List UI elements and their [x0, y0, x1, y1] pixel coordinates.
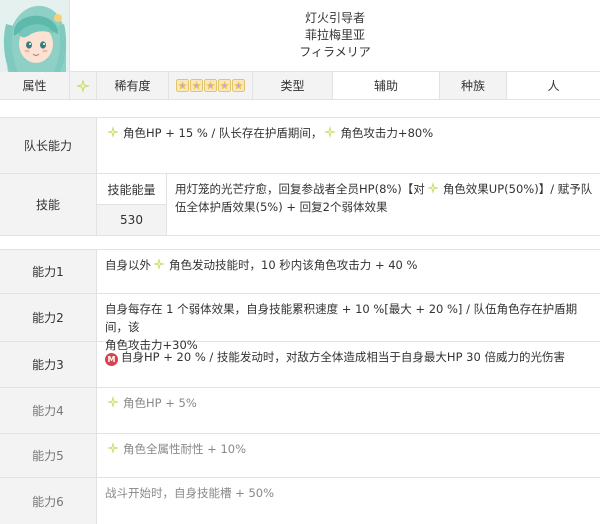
- race-label: 种族: [440, 72, 507, 99]
- skill-energy-value: 530: [97, 205, 167, 235]
- section-gap: [0, 236, 600, 250]
- rarity-star-icon: [232, 79, 245, 92]
- leader-ability-row: 队长能力 角色HP + 15 % / 队长存在护盾期间， 角色攻击力+80%: [0, 118, 600, 174]
- ability-label: 能力6: [0, 478, 97, 524]
- ability-4-row: 能力4 角色HP + 5%: [0, 388, 600, 434]
- ability-text: 角色全属性耐性 + 10%: [97, 434, 600, 477]
- leader-ability-label: 队长能力: [0, 118, 97, 173]
- character-name: 菲拉梅里亚: [304, 28, 365, 42]
- ability-label: 能力4: [0, 388, 97, 433]
- light-sparkle-icon: [324, 126, 336, 138]
- ability-1-row: 能力1 自身以外 角色发动技能时，10 秒内该角色攻击力 + 40 %: [0, 250, 600, 294]
- ability-label: 能力3: [0, 342, 97, 387]
- ability-label: 能力5: [0, 434, 97, 477]
- rarity-star-icon: [176, 79, 189, 92]
- type-label: 类型: [253, 72, 333, 99]
- rarity-star-icon: [190, 79, 203, 92]
- attribute-value: [70, 72, 97, 99]
- header-row: 灯火引导者 菲拉梅里亚 フィラメリア: [0, 0, 600, 72]
- rarity-star-icon: [204, 79, 217, 92]
- ability-text: 角色HP + 5%: [97, 388, 600, 433]
- race-value: 人: [507, 72, 600, 99]
- character-name-jp: フィラメリア: [299, 45, 371, 59]
- ability-text: 自身每存在 1 个弱体效果，自身技能累积速度 + 10 %[最大 + 20 %]…: [105, 302, 578, 352]
- ability-label: 能力1: [0, 250, 97, 293]
- ability-text: 战斗开始时，自身技能槽 + 50%: [105, 486, 275, 500]
- skill-row: 技能 技能能量 530 用灯笼的光芒疗愈，回复参战者全员HP(8%)【对 角色效果…: [0, 174, 600, 236]
- ability-3-row: 能力3 M 自身HP + 20 % / 技能发动时，对敌方全体造成相当于自身最大H…: [0, 342, 600, 388]
- character-portrait-icon: [0, 0, 69, 72]
- light-attribute-icon: [76, 79, 90, 93]
- character-avatar: [0, 0, 70, 72]
- type-value: 辅助: [333, 72, 440, 99]
- light-sparkle-icon: [427, 182, 439, 194]
- ability-text: M 自身HP + 20 % / 技能发动时，对敌方全体造成相当于自身最大HP 30…: [97, 342, 600, 387]
- attribute-label: 属性: [0, 72, 70, 99]
- skill-label: 技能: [0, 174, 97, 235]
- skill-energy-label: 技能能量: [97, 174, 167, 205]
- ability-label: 能力2: [0, 294, 97, 341]
- skill-description: 用灯笼的光芒疗愈，回复参战者全员HP(8%)【对 角色效果UP(50%)】/ 赋予…: [175, 182, 593, 214]
- rarity-star-icon: [218, 79, 231, 92]
- light-sparkle-icon: [107, 442, 119, 454]
- light-sparkle-icon: [107, 396, 119, 408]
- info-row: 属性 稀有度 类型 辅助 种族 人: [0, 72, 600, 100]
- rarity-stars: [169, 72, 253, 99]
- ability-5-row: 能力5 角色全属性耐性 + 10%: [0, 434, 600, 478]
- light-sparkle-icon: [107, 126, 119, 138]
- light-sparkle-icon: [153, 258, 165, 270]
- ability-text: 自身以外 角色发动技能时，10 秒内该角色攻击力 + 40 %: [105, 258, 418, 272]
- character-title: 灯火引导者: [304, 11, 365, 25]
- leader-ability-text: 角色HP + 15 % / 队长存在护盾期间， 角色攻击力+80%: [97, 118, 600, 173]
- ability-2-row: 能力2 自身每存在 1 个弱体效果，自身技能累积速度 + 10 %[最大 + 2…: [0, 294, 600, 352]
- section-gap: [0, 100, 600, 118]
- ability-6-row: 能力6 战斗开始时，自身技能槽 + 50%: [0, 478, 600, 524]
- header-titles: 灯火引导者 菲拉梅里亚 フィラメリア: [70, 0, 600, 71]
- rarity-label: 稀有度: [97, 72, 169, 99]
- m-badge-icon: M: [105, 353, 118, 366]
